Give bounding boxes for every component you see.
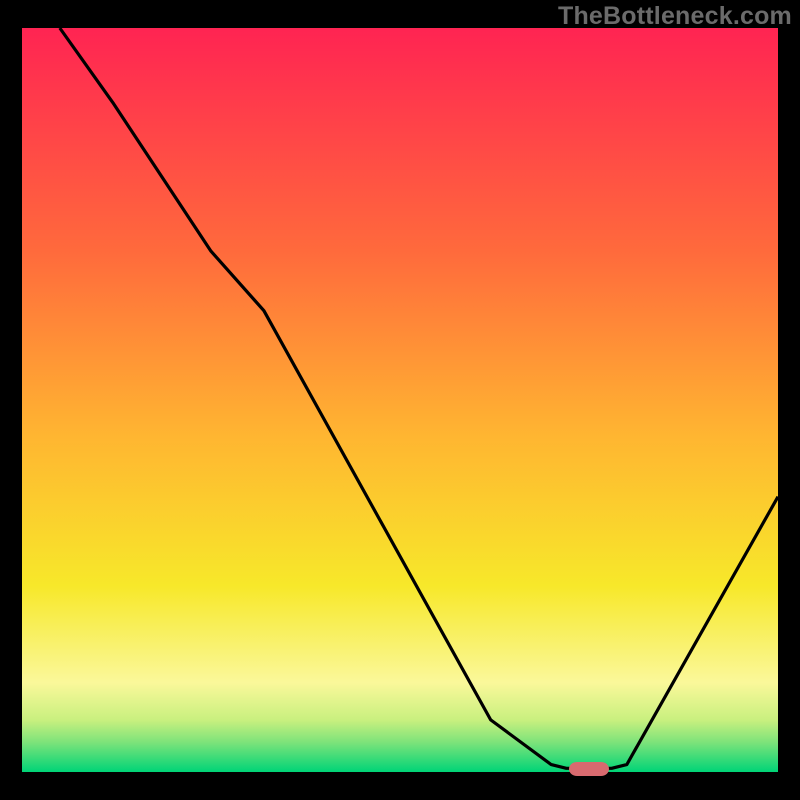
watermark-text: TheBottleneck.com — [558, 2, 792, 31]
optimal-marker — [569, 762, 609, 776]
bottleneck-chart — [0, 0, 800, 800]
chart-container: TheBottleneck.com — [0, 0, 800, 800]
